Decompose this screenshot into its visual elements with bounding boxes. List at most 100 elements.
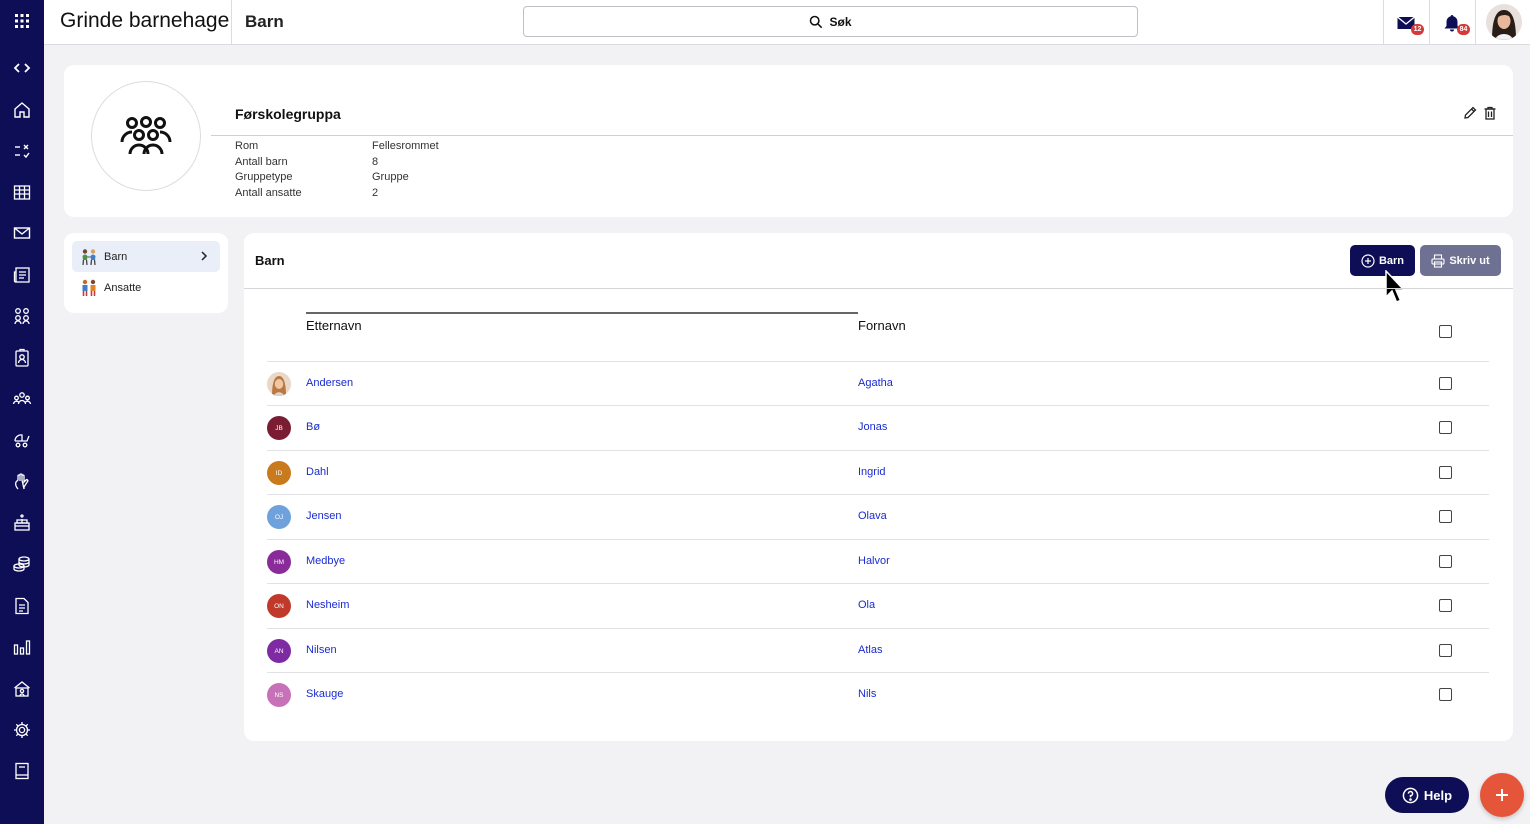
last-name-link[interactable]: Dahl [306, 466, 329, 478]
row-checkbox[interactable] [1439, 510, 1452, 523]
first-name-link[interactable]: Atlas [858, 644, 882, 656]
child-avatar: ON [267, 594, 291, 618]
table-row: HM Medbye Halvor [267, 539, 1489, 583]
groups-icon[interactable] [0, 298, 44, 334]
info-label: Rom [235, 140, 259, 152]
statistics-icon[interactable] [0, 629, 44, 665]
table-row: JB Bø Jonas [267, 405, 1489, 449]
children-list-card: Barn Barn Skriv ut Etternavn Fornavn And… [244, 233, 1513, 741]
edit-icon[interactable] [1462, 105, 1478, 121]
trash-icon[interactable] [1482, 105, 1498, 121]
last-name-link[interactable]: Medbye [306, 555, 345, 567]
first-name-link[interactable]: Halvor [858, 555, 890, 567]
print-label: Skriv ut [1449, 254, 1490, 267]
info-value: 2 [372, 187, 379, 200]
row-checkbox[interactable] [1439, 466, 1452, 479]
search-input[interactable]: Søk [523, 6, 1138, 37]
last-name-link[interactable]: Bø [306, 421, 320, 433]
group-actions [1462, 105, 1498, 121]
user-avatar[interactable] [1486, 4, 1522, 40]
child-avatar: AN [267, 639, 291, 663]
info-row-group-type: Gruppetype Gruppe [235, 171, 439, 187]
child-avatar: ID [267, 461, 291, 485]
sidenav-item-staff[interactable]: Ansatte [72, 272, 220, 303]
document-icon[interactable] [0, 588, 44, 624]
staff-icon [82, 279, 96, 296]
row-checkbox[interactable] [1439, 599, 1452, 612]
table-row: NS Skauge Nils [267, 672, 1489, 716]
group-info: Rom Fellesrommet Antall barn 8 Gruppetyp… [235, 140, 439, 203]
divider [211, 135, 1513, 136]
print-button[interactable]: Skriv ut [1420, 245, 1501, 276]
plus-icon [1496, 789, 1508, 801]
row-checkbox[interactable] [1439, 644, 1452, 657]
home-icon[interactable] [0, 92, 44, 128]
manual-icon[interactable] [0, 753, 44, 789]
hand-icon[interactable] [0, 464, 44, 500]
first-name-link[interactable]: Agatha [858, 377, 893, 389]
last-name-link[interactable]: Nesheim [306, 599, 349, 611]
info-value: Fellesrommet [372, 140, 439, 152]
info-value: Gruppe [372, 171, 409, 184]
sidenav-item-label: Ansatte [104, 281, 142, 294]
list-title: Barn [255, 253, 285, 268]
notifications-badge: 84 [1457, 24, 1470, 35]
news-icon[interactable] [0, 257, 44, 293]
search-icon [810, 15, 823, 28]
last-name-link[interactable]: Jensen [306, 510, 341, 522]
row-checkbox[interactable] [1439, 421, 1452, 434]
child-avatar: NS [267, 683, 291, 707]
sort-indicator [306, 312, 858, 314]
row-checkbox[interactable] [1439, 555, 1452, 568]
row-checkbox[interactable] [1439, 688, 1452, 701]
search-label: Søk [829, 14, 852, 29]
people-network-icon[interactable] [0, 381, 44, 417]
child-avatar: HM [267, 550, 291, 574]
stroller-icon[interactable] [0, 422, 44, 458]
table-row: OJ Jensen Olava [267, 494, 1489, 538]
add-fab-button[interactable] [1480, 773, 1524, 817]
badge-icon[interactable] [0, 340, 44, 376]
sidenav-item-children[interactable]: Barn [72, 241, 220, 272]
divider [244, 288, 1513, 289]
first-name-link[interactable]: Jonas [858, 421, 887, 433]
child-avatar: OJ [267, 505, 291, 529]
apps-grid-icon[interactable] [0, 3, 44, 39]
messages-button[interactable]: 12 [1383, 0, 1429, 45]
birthday-cake-icon[interactable] [0, 505, 44, 541]
first-name-link[interactable]: Ola [858, 599, 875, 611]
help-button[interactable]: Help [1385, 777, 1469, 813]
first-name-link[interactable]: Ingrid [858, 466, 886, 478]
children-icon [82, 248, 96, 265]
child-avatar: JB [267, 416, 291, 440]
column-header-first-name[interactable]: Fornavn [858, 318, 906, 333]
last-name-link[interactable]: Nilsen [306, 644, 337, 656]
divider [231, 0, 232, 45]
first-name-link[interactable]: Nils [858, 688, 876, 700]
help-label: Help [1423, 787, 1453, 803]
finance-icon[interactable] [0, 546, 44, 582]
group-avatar [91, 81, 201, 191]
select-all-checkbox[interactable] [1439, 325, 1452, 338]
table-row: AN Nilsen Atlas [267, 628, 1489, 672]
app-title[interactable]: Grinde barnehage [60, 9, 229, 33]
last-name-link[interactable]: Andersen [306, 377, 353, 389]
plus-circle-icon [1361, 253, 1375, 268]
group-name: Førskolegruppa [235, 106, 341, 122]
notifications-button[interactable]: 84 [1429, 0, 1475, 45]
group-people-icon [120, 116, 172, 155]
checkin-icon[interactable] [0, 133, 44, 169]
first-name-link[interactable]: Olava [858, 510, 887, 522]
settings-icon[interactable] [0, 712, 44, 748]
divider [1475, 0, 1476, 45]
mail-icon[interactable] [0, 215, 44, 251]
column-header-last-name[interactable]: Etternavn [306, 318, 362, 333]
row-checkbox[interactable] [1439, 377, 1452, 390]
info-label: Antall ansatte [235, 187, 302, 200]
calendar-icon[interactable] [0, 174, 44, 210]
info-row-staff-count: Antall ansatte 2 [235, 187, 439, 203]
last-name-link[interactable]: Skauge [306, 688, 343, 700]
sidenav-item-label: Barn [104, 250, 128, 263]
kindergarten-icon[interactable] [0, 671, 44, 707]
expand-collapse-icon[interactable] [0, 50, 44, 86]
